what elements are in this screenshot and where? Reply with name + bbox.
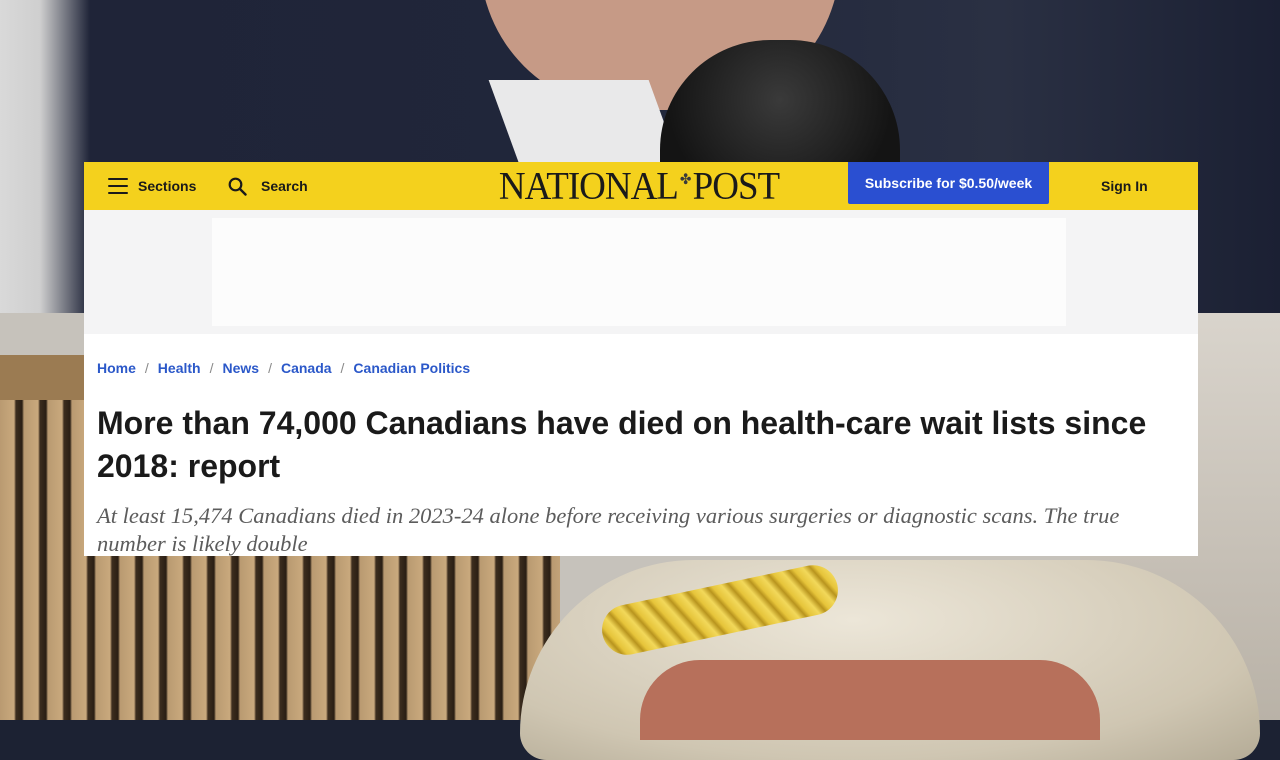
article-deck: At least 15,474 Canadians died in 2023-2… xyxy=(97,503,1120,556)
ad-slot xyxy=(212,218,1066,326)
logo-text-right: POST xyxy=(692,164,780,208)
background-person-face-2 xyxy=(640,660,1100,740)
breadcrumb-separator: / xyxy=(340,360,345,376)
search-icon xyxy=(228,177,247,196)
breadcrumb-health[interactable]: Health xyxy=(158,360,201,376)
breadcrumb-separator: / xyxy=(209,360,214,376)
logo-text-left: NATIONAL xyxy=(498,164,679,208)
background-wood-trim xyxy=(0,355,90,400)
sign-in-link[interactable]: Sign In xyxy=(1101,162,1148,210)
article-headline: More than 74,000 Canadians have died on … xyxy=(97,405,1147,484)
sections-label: Sections xyxy=(138,178,197,194)
ad-banner-area xyxy=(84,210,1198,334)
breadcrumb-canada[interactable]: Canada xyxy=(281,360,332,376)
search-label: Search xyxy=(261,178,308,194)
maple-leaf-icon: ✤ xyxy=(679,171,692,188)
sections-button[interactable]: Sections xyxy=(108,162,196,210)
menu-icon xyxy=(108,178,128,194)
breadcrumb-separator: / xyxy=(268,360,272,376)
search-button[interactable]: Search xyxy=(228,162,308,210)
breadcrumb: Home / Health / News / Canada / Canadian… xyxy=(97,359,470,377)
breadcrumb-separator: / xyxy=(144,360,149,376)
site-logo[interactable]: NATIONAL ✤ POST xyxy=(464,162,814,211)
site-header: Sections Search NATIONAL ✤ POST Subscrib… xyxy=(84,162,1198,210)
background-shirt-collar xyxy=(488,80,682,170)
breadcrumb-news[interactable]: News xyxy=(222,360,259,376)
article-screenshot: Sections Search NATIONAL ✤ POST Subscrib… xyxy=(84,162,1198,556)
subscribe-button[interactable]: Subscribe for $0.50/week xyxy=(848,162,1049,204)
breadcrumb-home[interactable]: Home xyxy=(97,360,136,376)
breadcrumb-canadian-politics[interactable]: Canadian Politics xyxy=(353,360,470,376)
